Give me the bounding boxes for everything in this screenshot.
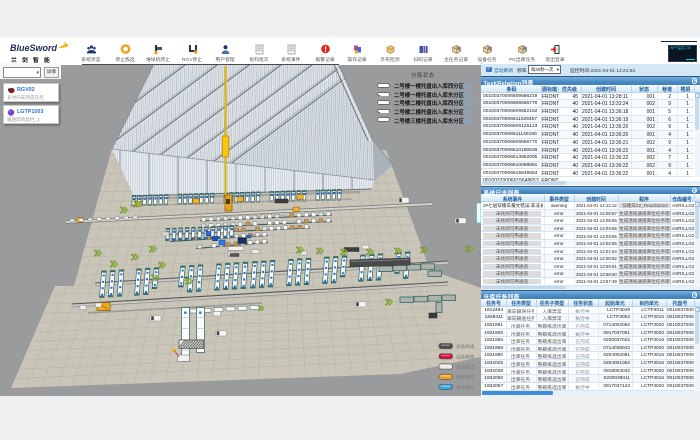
svg-text:维修模式: 维修模式 — [456, 374, 475, 381]
svg-text:手动模式: 手动模式 — [456, 384, 475, 391]
svg-text:设备离线: 设备离线 — [456, 343, 475, 350]
svg-text:自动模式: 自动模式 — [456, 364, 475, 371]
svg-text:设备故障: 设备故障 — [456, 353, 475, 360]
